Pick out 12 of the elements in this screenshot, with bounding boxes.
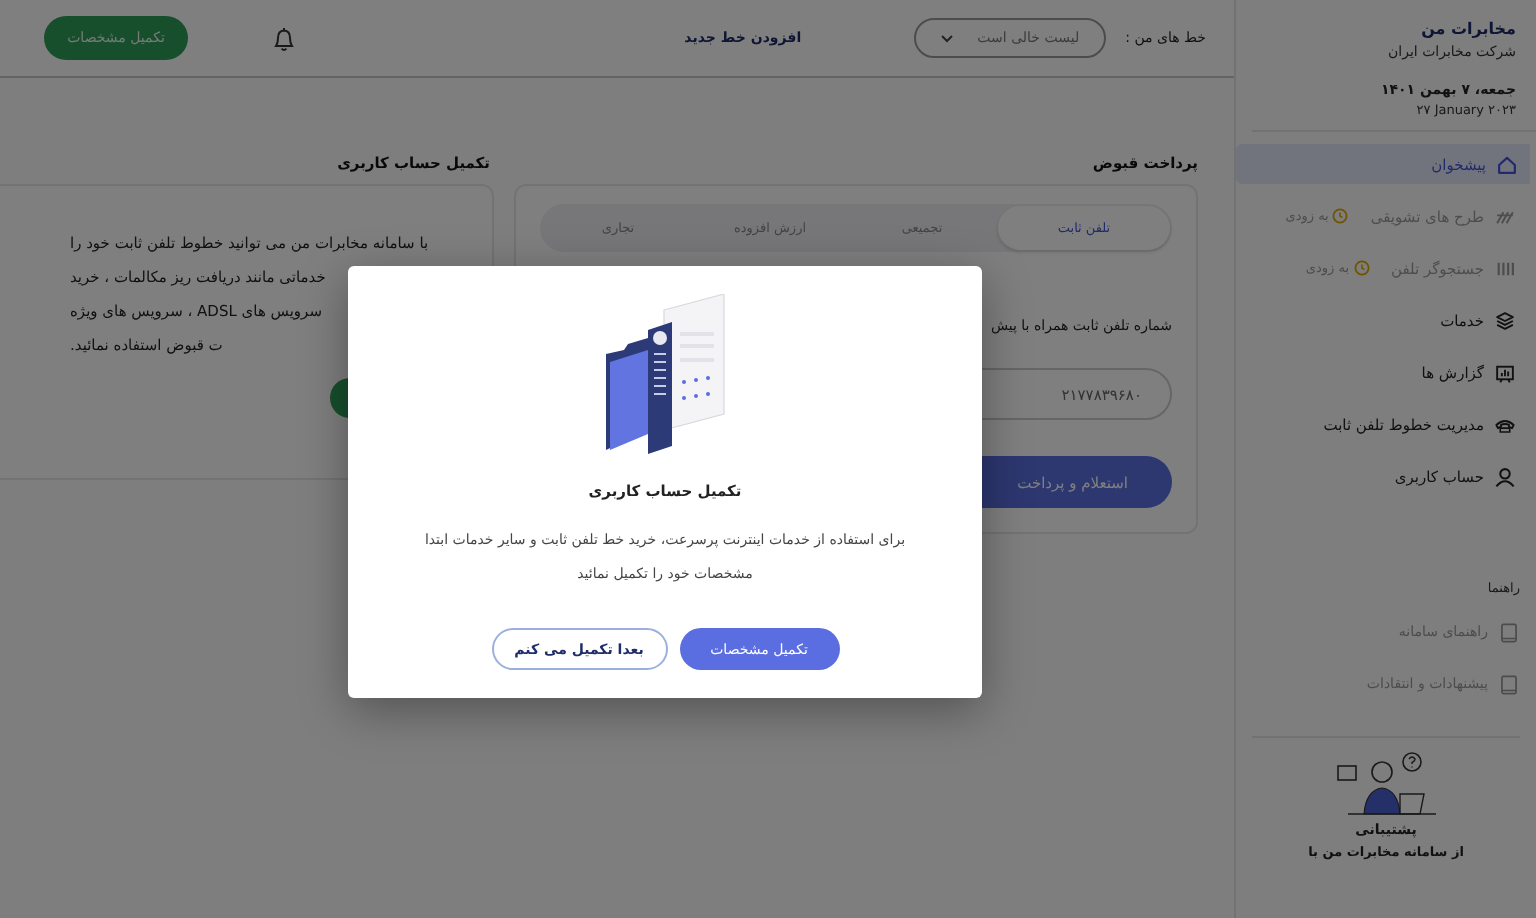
bars-icon	[1494, 257, 1516, 279]
brand-name: مخابرات من	[1419, 20, 1516, 38]
book-icon	[1498, 673, 1520, 695]
clock-icon	[1353, 260, 1370, 276]
bell-icon[interactable]	[272, 25, 296, 51]
book-icon	[1498, 621, 1520, 643]
chevron-down-icon	[939, 33, 954, 43]
home-icon	[1496, 153, 1518, 175]
layers-icon	[1494, 309, 1516, 331]
clock-icon	[1332, 208, 1349, 224]
user-icon	[1494, 465, 1516, 487]
chart-board-icon	[1494, 361, 1516, 383]
